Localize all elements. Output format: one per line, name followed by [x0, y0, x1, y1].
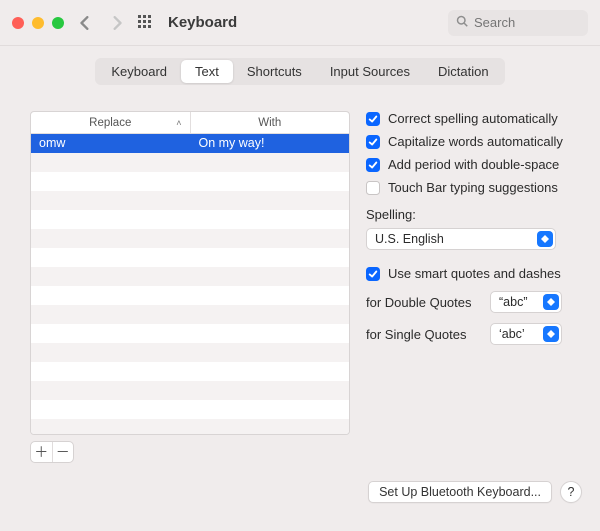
table-row-empty: [31, 229, 349, 248]
table-row-empty: [31, 381, 349, 400]
checkbox-icon: [366, 112, 380, 126]
table-row-empty: [31, 153, 349, 172]
table-footer: ＋ －: [30, 441, 74, 463]
replacements-column: Replace ˄ With omw On my way!: [30, 111, 350, 463]
title-bar: Keyboard: [0, 0, 600, 46]
cell-replace: omw: [31, 134, 191, 153]
table-row-empty: [31, 324, 349, 343]
double-quotes-row: for Double Quotes “abc”: [366, 291, 570, 313]
tab-keyboard[interactable]: Keyboard: [97, 60, 181, 83]
replacements-table[interactable]: Replace ˄ With omw On my way!: [30, 111, 350, 435]
back-button[interactable]: [78, 16, 92, 30]
column-header-with[interactable]: With: [191, 112, 350, 133]
option-label: Use smart quotes and dashes: [388, 266, 561, 281]
single-quotes-value: ‘abc’: [499, 327, 525, 341]
search-input[interactable]: [474, 15, 580, 30]
single-quotes-label: for Single Quotes: [366, 327, 480, 342]
tab-shortcuts[interactable]: Shortcuts: [233, 60, 316, 83]
column-header-replace[interactable]: Replace ˄: [31, 112, 191, 133]
table-row-empty: [31, 362, 349, 381]
table-row-empty: [31, 305, 349, 324]
options-column: Correct spelling automatically Capitaliz…: [366, 111, 570, 463]
window-controls: [12, 17, 64, 29]
table-row-empty: [31, 248, 349, 267]
table-row-empty: [31, 343, 349, 362]
table-row-empty: [31, 419, 349, 434]
double-quotes-value: “abc”: [499, 295, 527, 309]
bluetooth-keyboard-button[interactable]: Set Up Bluetooth Keyboard...: [368, 481, 552, 503]
option-touch-bar-suggestions[interactable]: Touch Bar typing suggestions: [366, 180, 570, 195]
spelling-value: U.S. English: [375, 232, 444, 246]
double-quotes-label: for Double Quotes: [366, 295, 480, 310]
table-row[interactable]: omw On my way!: [31, 134, 349, 153]
search-field[interactable]: [448, 10, 588, 36]
close-window-button[interactable]: [12, 17, 24, 29]
table-row-empty: [31, 191, 349, 210]
table-row-empty: [31, 400, 349, 419]
single-quotes-select[interactable]: ‘abc’: [490, 323, 562, 345]
bottom-bar: Set Up Bluetooth Keyboard... ?: [0, 481, 600, 515]
double-quotes-select[interactable]: “abc”: [490, 291, 562, 313]
single-quotes-row: for Single Quotes ‘abc’: [366, 323, 570, 345]
cell-with: On my way!: [191, 134, 350, 153]
sort-indicator-icon: ˄: [176, 118, 181, 128]
spelling-label: Spelling:: [366, 207, 570, 222]
table-row-empty: [31, 286, 349, 305]
zoom-window-button[interactable]: [52, 17, 64, 29]
column-header-with-label: With: [258, 117, 281, 129]
tab-bar: Keyboard Text Shortcuts Input Sources Di…: [0, 46, 600, 95]
updown-icon: [543, 294, 559, 310]
table-row-empty: [31, 210, 349, 229]
remove-row-button[interactable]: －: [53, 442, 74, 462]
text-panel: Replace ˄ With omw On my way!: [14, 95, 586, 473]
updown-icon: [543, 326, 559, 342]
checkbox-icon: [366, 135, 380, 149]
tab-dictation[interactable]: Dictation: [424, 60, 503, 83]
spelling-select[interactable]: U.S. English: [366, 228, 556, 250]
all-settings-icon[interactable]: [138, 15, 154, 31]
option-smart-quotes[interactable]: Use smart quotes and dashes: [366, 266, 570, 281]
tab-text[interactable]: Text: [181, 60, 233, 83]
search-icon: [456, 15, 468, 30]
tab-input-sources[interactable]: Input Sources: [316, 60, 424, 83]
add-row-button[interactable]: ＋: [31, 442, 53, 462]
updown-icon: [537, 231, 553, 247]
window-title: Keyboard: [168, 14, 237, 31]
forward-button[interactable]: [110, 16, 124, 30]
checkbox-icon: [366, 181, 380, 195]
option-double-space-period[interactable]: Add period with double-space: [366, 157, 570, 172]
option-label: Correct spelling automatically: [388, 111, 558, 126]
option-capitalize-words[interactable]: Capitalize words automatically: [366, 134, 570, 149]
option-label: Add period with double-space: [388, 157, 559, 172]
nav-arrows: [78, 16, 124, 30]
checkbox-icon: [366, 158, 380, 172]
minimize-window-button[interactable]: [32, 17, 44, 29]
option-label: Capitalize words automatically: [388, 134, 563, 149]
table-row-empty: [31, 172, 349, 191]
option-correct-spelling[interactable]: Correct spelling automatically: [366, 111, 570, 126]
table-row-empty: [31, 267, 349, 286]
help-button[interactable]: ?: [560, 481, 582, 503]
column-header-replace-label: Replace: [89, 117, 131, 129]
checkbox-icon: [366, 267, 380, 281]
option-label: Touch Bar typing suggestions: [388, 180, 558, 195]
